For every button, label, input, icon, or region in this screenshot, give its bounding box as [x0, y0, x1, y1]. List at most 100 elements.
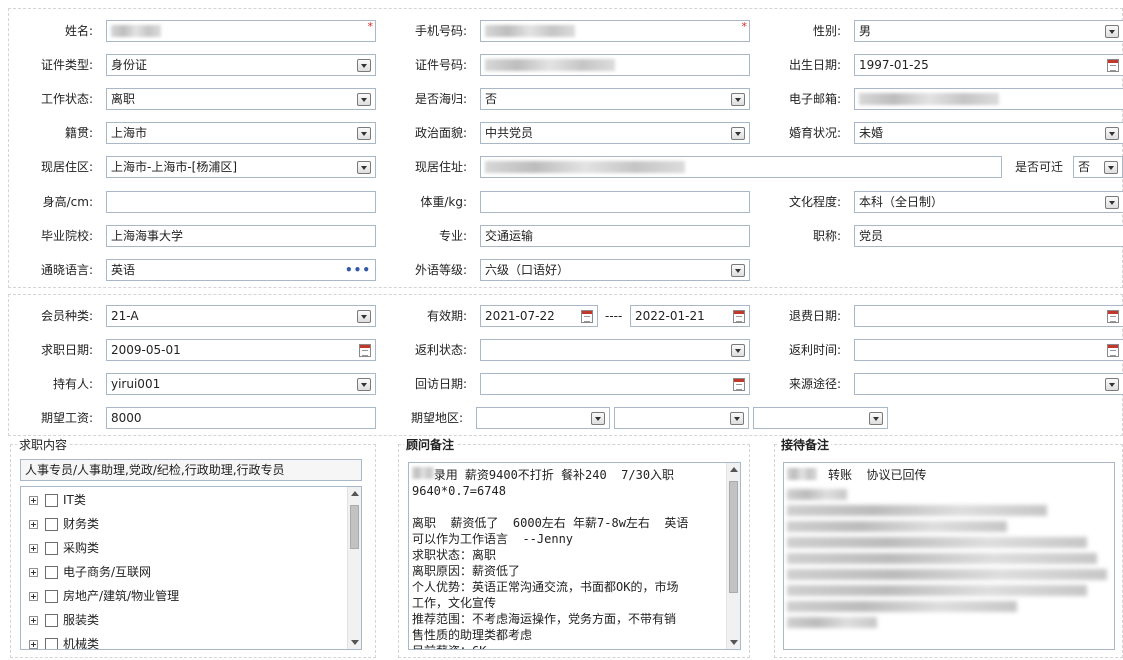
dropdown-arrow-icon[interactable]	[731, 127, 745, 140]
salary-field[interactable]: 8000	[106, 407, 376, 429]
language-field[interactable]: 英语 •••	[106, 259, 376, 281]
tree-item-finance[interactable]: 财务类	[29, 513, 99, 535]
tree-expand-icon[interactable]	[29, 544, 38, 553]
advisor-notes-textarea[interactable]: 录用 薪资9400不打折 餐补240 7/30入职 9640*0.7=6748 …	[408, 462, 741, 650]
member-type-select[interactable]: 21-A	[106, 305, 376, 327]
dropdown-arrow-icon[interactable]	[730, 412, 744, 425]
advisor-notes-scrollbar[interactable]	[726, 463, 740, 649]
dropdown-arrow-icon[interactable]	[357, 59, 371, 72]
valid-from-field[interactable]: 2021-07-22	[480, 305, 598, 327]
returnee-select[interactable]: 否	[480, 88, 750, 110]
checkbox-icon[interactable]	[45, 614, 58, 627]
source-select[interactable]	[854, 373, 1123, 395]
education-select[interactable]: 本科（全日制）	[854, 191, 1123, 213]
job-summary-field[interactable]: 人事专员/人事助理,党政/纪检,行政助理,行政专员	[20, 459, 362, 481]
scroll-down-icon[interactable]	[730, 640, 738, 645]
dropdown-arrow-icon[interactable]	[1105, 196, 1119, 209]
dropdown-arrow-icon[interactable]	[1105, 378, 1119, 391]
more-dots-icon[interactable]: •••	[345, 264, 371, 276]
dropdown-arrow-icon[interactable]	[731, 344, 745, 357]
calendar-icon[interactable]	[1107, 310, 1119, 323]
workstatus-select[interactable]: 离职	[106, 88, 376, 110]
job-category-tree[interactable]: IT类 财务类 采购类 电子商务/互联网 房地产/建筑/物业管理 服装类 机械类	[20, 486, 362, 650]
dropdown-arrow-icon[interactable]	[1105, 25, 1119, 38]
dropdown-arrow-icon[interactable]	[357, 127, 371, 140]
checkbox-icon[interactable]	[45, 518, 58, 531]
checkbox-icon[interactable]	[45, 494, 58, 507]
area-city-select[interactable]	[614, 407, 749, 429]
checkbox-icon[interactable]	[45, 542, 58, 555]
refund-date-field[interactable]	[854, 305, 1123, 327]
dropdown-arrow-icon[interactable]	[591, 412, 605, 425]
area-district-select[interactable]	[753, 407, 888, 429]
dropdown-arrow-icon[interactable]	[1105, 127, 1119, 140]
scroll-up-icon[interactable]	[730, 467, 738, 472]
tree-item-machinery[interactable]: 机械类	[29, 633, 99, 649]
relocate-select[interactable]: 否	[1073, 156, 1123, 178]
tree-item-realestate[interactable]: 房地产/建筑/物业管理	[29, 585, 179, 607]
dropdown-arrow-icon[interactable]	[357, 378, 371, 391]
checkbox-icon[interactable]	[45, 638, 58, 649]
tree-expand-icon[interactable]	[29, 568, 38, 577]
email-field[interactable]	[854, 88, 1123, 110]
calendar-icon[interactable]	[581, 310, 593, 323]
language-level-select[interactable]: 六级（口语好）	[480, 259, 750, 281]
marital-select[interactable]: 未婚	[854, 122, 1123, 144]
dropdown-arrow-icon[interactable]	[731, 93, 745, 106]
redacted-reception-line	[787, 489, 847, 500]
scroll-thumb[interactable]	[729, 481, 738, 593]
name-field[interactable]: *	[106, 20, 376, 42]
address-field[interactable]	[480, 156, 1002, 178]
jobdate-field[interactable]: 2009-05-01	[106, 339, 376, 361]
tree-expand-icon[interactable]	[29, 520, 38, 529]
idno-field[interactable]	[480, 54, 750, 76]
weight-field[interactable]	[480, 191, 750, 213]
reception-notes-textarea[interactable]: 转账 协议已回传	[783, 462, 1115, 650]
tree-expand-icon[interactable]	[29, 616, 38, 625]
birth-date-field[interactable]: 1997-01-25	[854, 54, 1123, 76]
holder-select[interactable]: yirui001	[106, 373, 376, 395]
rebate-time-field[interactable]	[854, 339, 1123, 361]
dropdown-arrow-icon[interactable]	[731, 264, 745, 277]
checkbox-icon[interactable]	[45, 566, 58, 579]
advisor-notes-title: 顾问备注	[404, 437, 457, 453]
tree-item-it[interactable]: IT类	[29, 489, 86, 511]
rebate-status-select[interactable]	[480, 339, 750, 361]
scroll-thumb[interactable]	[350, 505, 359, 549]
calendar-icon[interactable]	[733, 310, 745, 323]
tree-item-purchase[interactable]: 采购类	[29, 537, 99, 559]
native-select[interactable]: 上海市	[106, 122, 376, 144]
dropdown-arrow-icon[interactable]	[1104, 161, 1118, 174]
dropdown-arrow-icon[interactable]	[357, 161, 371, 174]
checkbox-icon[interactable]	[45, 590, 58, 603]
political-select[interactable]: 中共党员	[480, 122, 750, 144]
tree-expand-icon[interactable]	[29, 640, 38, 649]
calendar-icon[interactable]	[1107, 344, 1119, 357]
tree-scrollbar[interactable]	[347, 487, 361, 649]
tree-expand-icon[interactable]	[29, 592, 38, 601]
scroll-down-icon[interactable]	[351, 640, 359, 645]
dropdown-arrow-icon[interactable]	[869, 412, 883, 425]
title-field[interactable]: 党员	[854, 225, 1123, 247]
school-field[interactable]: 上海海事大学	[106, 225, 376, 247]
dropdown-arrow-icon[interactable]	[357, 310, 371, 323]
height-field[interactable]	[106, 191, 376, 213]
calendar-icon[interactable]	[733, 378, 745, 391]
phone-label: 手机号码:	[414, 24, 467, 38]
phone-field[interactable]: *	[480, 20, 750, 42]
tree-item-apparel[interactable]: 服装类	[29, 609, 99, 631]
gender-select[interactable]: 男	[854, 20, 1123, 42]
revisit-date-field[interactable]	[480, 373, 750, 395]
major-field[interactable]: 交通运输	[480, 225, 750, 247]
area-province-select[interactable]	[476, 407, 610, 429]
calendar-icon[interactable]	[1107, 59, 1119, 72]
tree-item-ecommerce[interactable]: 电子商务/互联网	[29, 561, 151, 583]
scroll-up-icon[interactable]	[351, 491, 359, 496]
dropdown-arrow-icon[interactable]	[357, 93, 371, 106]
holder-value: yirui001	[111, 377, 161, 391]
idtype-select[interactable]: 身份证	[106, 54, 376, 76]
region-select[interactable]: 上海市-上海市-[杨浦区]	[106, 156, 376, 178]
tree-expand-icon[interactable]	[29, 496, 38, 505]
calendar-icon[interactable]	[359, 344, 371, 357]
valid-to-field[interactable]: 2022-01-21	[630, 305, 750, 327]
